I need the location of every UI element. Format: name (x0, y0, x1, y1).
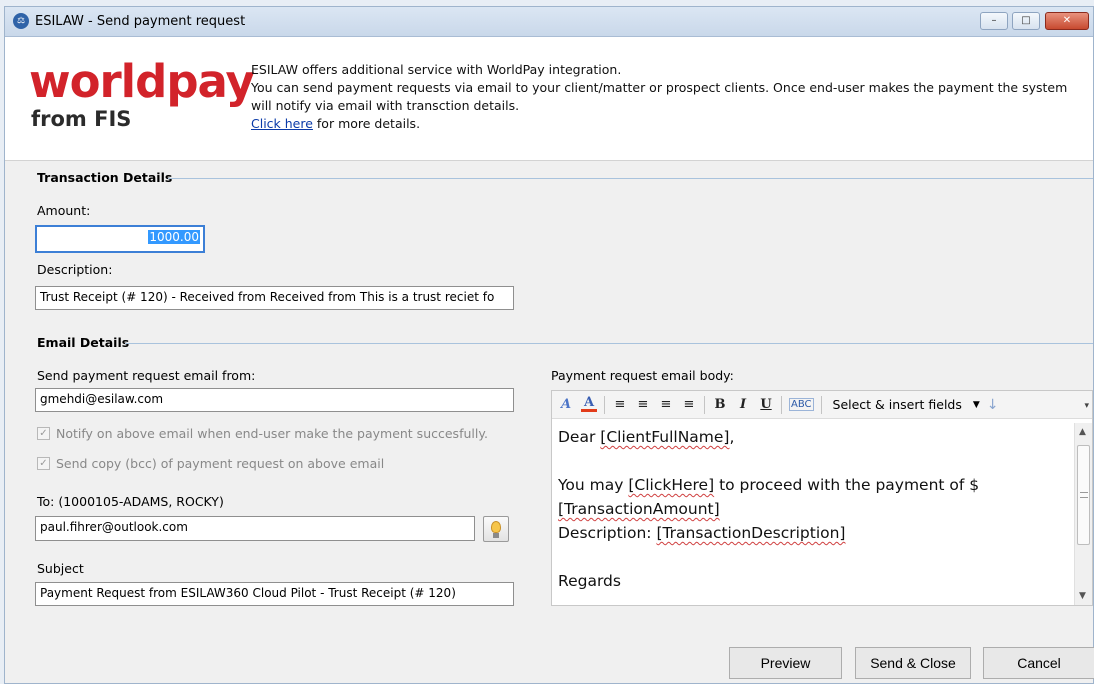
merge-field: [ClientFullName] (600, 428, 730, 446)
toolbar-overflow-icon[interactable]: ▾ (1084, 401, 1089, 411)
minimize-button[interactable]: – (980, 12, 1008, 30)
esilaw-scales-icon: ⚖ (13, 13, 29, 29)
window-title: ESILAW - Send payment request (35, 14, 246, 29)
insert-field-arrow-icon[interactable]: ↓ (987, 397, 999, 413)
font-style-button[interactable]: A (558, 397, 574, 412)
editor-toolbar: A A ≡ ≡ ≡ ≡ B I U ABC Select & insert fi… (552, 391, 1092, 419)
email-body-editor[interactable]: A A ≡ ≡ ≡ ≡ B I U ABC Select & insert fi… (551, 390, 1093, 606)
merge-field: [TransactionDescription] (656, 524, 846, 542)
body-line: Regards (558, 569, 1068, 593)
title-bar: ⚖ ESILAW - Send payment request – □ ✕ (5, 7, 1093, 37)
email-body-text[interactable]: Dear [ClientFullName], You may [ClickHer… (558, 425, 1068, 593)
chevron-down-icon[interactable]: ▼ (973, 400, 980, 410)
lightbulb-icon (491, 521, 501, 533)
email-details-heading: Email Details (37, 335, 130, 350)
banner-line-1: ESILAW offers additional service with Wo… (251, 62, 622, 77)
merge-field: [ClickHere] (628, 476, 715, 494)
insert-fields-dropdown[interactable]: Select & insert fields (829, 397, 966, 412)
click-here-link[interactable]: Click here (251, 116, 313, 131)
toolbar-separator (604, 395, 605, 414)
scroll-down-icon[interactable]: ▼ (1079, 591, 1086, 601)
align-left-button[interactable]: ≡ (612, 397, 628, 412)
merge-field: [TransactionAmount] (558, 500, 720, 518)
banner-line-3: Click here for more details. (251, 115, 1071, 133)
amount-input[interactable]: 1000.00 (35, 225, 205, 253)
from-email-input[interactable]: gmehdi@esilaw.com (35, 388, 514, 412)
toolbar-separator (820, 395, 822, 414)
transaction-details-heading: Transaction Details (37, 170, 173, 185)
from-email-label: Send payment request email from: (37, 368, 256, 383)
worldpay-logo-subtitle: from FIS (31, 107, 132, 131)
bold-button[interactable]: B (712, 397, 728, 412)
section-divider (125, 343, 1093, 344)
align-right-button[interactable]: ≡ (658, 397, 674, 412)
banner-description: ESILAW offers additional service with Wo… (251, 61, 1071, 133)
notify-checkbox-label: Notify on above email when end-user make… (56, 426, 488, 441)
body-line: [TransactionAmount] (558, 497, 1068, 521)
body-line-blank (558, 449, 1068, 473)
body-text: Regards (558, 572, 621, 590)
bcc-checkbox[interactable]: ✓ (37, 457, 50, 470)
worldpay-banner: worldpay from FIS ESILAW offers addition… (5, 37, 1093, 161)
email-body-label: Payment request email body: (551, 368, 734, 383)
maximize-button[interactable]: □ (1012, 12, 1040, 30)
send-payment-request-dialog: ⚖ ESILAW - Send payment request – □ ✕ wo… (4, 6, 1094, 684)
subject-input[interactable]: Payment Request from ESILAW360 Cloud Pil… (35, 582, 514, 606)
notify-checkbox[interactable]: ✓ (37, 427, 50, 440)
align-center-button[interactable]: ≡ (635, 397, 651, 412)
to-email-label: To: (1000105-ADAMS, ROCKY) (37, 494, 224, 509)
worldpay-logo: worldpay (29, 55, 255, 108)
body-text: Dear (558, 428, 601, 446)
notify-checkbox-row[interactable]: ✓ Notify on above email when end-user ma… (37, 426, 488, 441)
banner-link-suffix: for more details. (312, 116, 421, 131)
close-button[interactable]: ✕ (1045, 12, 1089, 30)
justify-button[interactable]: ≡ (681, 397, 697, 412)
lightbulb-base (493, 533, 499, 538)
body-line: Description: [TransactionDescription] (558, 521, 1068, 545)
italic-button[interactable]: I (735, 397, 751, 412)
banner-line-2: You can send payment requests via email … (251, 80, 1068, 113)
amount-label: Amount: (37, 203, 91, 218)
underline-button[interactable]: U (758, 397, 774, 412)
send-and-close-button[interactable]: Send & Close (855, 647, 971, 679)
bcc-checkbox-row[interactable]: ✓ Send copy (bcc) of payment request on … (37, 456, 384, 471)
description-input[interactable]: Trust Receipt (# 120) - Received from Re… (35, 286, 514, 310)
toolbar-separator (781, 395, 782, 414)
body-line: You may [ClickHere] to proceed with the … (558, 473, 1068, 497)
scrollbar-grip (1080, 492, 1088, 498)
editor-scrollbar[interactable]: ▲ ▼ (1074, 423, 1092, 605)
body-text: Description: (558, 524, 657, 542)
section-divider (168, 178, 1093, 179)
body-text: , (729, 428, 735, 446)
subject-label: Subject (37, 561, 84, 576)
to-email-input[interactable]: paul.fihrer@outlook.com (35, 516, 475, 541)
font-color-button[interactable]: A (581, 396, 597, 412)
preview-button[interactable]: Preview (729, 647, 842, 679)
body-text: You may (558, 476, 629, 494)
scroll-up-icon[interactable]: ▲ (1079, 427, 1086, 437)
description-label: Description: (37, 262, 113, 277)
contact-lookup-button[interactable] (483, 516, 509, 542)
scrollbar-thumb[interactable] (1077, 445, 1090, 545)
cancel-button[interactable]: Cancel (983, 647, 1094, 679)
toolbar-separator (704, 395, 705, 414)
bcc-checkbox-label: Send copy (bcc) of payment request on ab… (56, 456, 385, 471)
body-line: Dear [ClientFullName], (558, 425, 1068, 449)
body-line-blank (558, 545, 1068, 569)
amount-value: 1000.00 (148, 230, 200, 244)
body-text: to proceed with the payment of $ (714, 476, 980, 494)
spellcheck-icon[interactable]: ABC (789, 398, 814, 411)
